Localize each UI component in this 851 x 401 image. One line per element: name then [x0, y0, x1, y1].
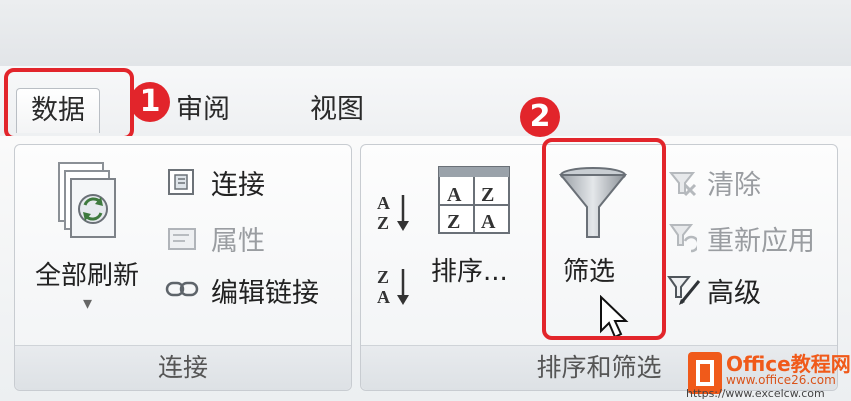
svg-text:Z: Z	[377, 213, 389, 233]
sort-button[interactable]: 排序...	[431, 251, 508, 288]
callout-badge-1: 1	[130, 82, 170, 122]
callout-box-data-tab	[4, 68, 134, 140]
watermark-url-2: https://www.excelcw.com	[686, 387, 825, 400]
svg-text:Z: Z	[481, 184, 494, 206]
svg-text:Z: Z	[447, 211, 460, 233]
properties-button[interactable]: 属性	[211, 219, 265, 258]
group-connections-label: 连接	[15, 345, 351, 390]
sort-ascending-icon[interactable]: A Z	[373, 189, 413, 235]
callout-box-filter	[542, 138, 666, 340]
refresh-all-dropdown-icon[interactable]: ▾	[83, 293, 92, 314]
tab-review[interactable]: 审阅	[162, 88, 244, 132]
refresh-all-icon[interactable]	[53, 159, 123, 245]
refresh-all-button[interactable]: 全部刷新	[35, 255, 139, 292]
reapply-filter-icon	[667, 221, 700, 253]
svg-text:Z: Z	[377, 267, 389, 287]
edit-links-button[interactable]: 编辑链接	[211, 271, 319, 310]
reapply-button[interactable]: 重新应用	[707, 219, 815, 258]
svg-text:A: A	[447, 184, 462, 206]
group-connections: 全部刷新 ▾ 连接 属性 编辑链接 连接	[14, 144, 352, 391]
watermark-url-1: www.office26.com	[726, 373, 836, 387]
advanced-button[interactable]: 高级	[707, 271, 761, 310]
clear-filter-icon	[667, 167, 697, 197]
svg-text:A: A	[377, 193, 390, 213]
window-title-bar	[0, 0, 851, 67]
sort-dialog-icon[interactable]: A Z Z A	[437, 165, 511, 235]
tab-review-label: 审阅	[176, 94, 230, 125]
callout-badge-2: 2	[520, 97, 560, 137]
tab-view-label: 视图	[310, 94, 364, 125]
connections-icon	[167, 167, 199, 197]
tab-view[interactable]: 视图	[296, 88, 378, 132]
clear-button[interactable]: 清除	[707, 163, 761, 202]
connections-button[interactable]: 连接	[211, 163, 265, 202]
svg-text:A: A	[377, 287, 390, 307]
sort-descending-icon[interactable]: Z A	[373, 263, 413, 309]
watermark-logo: Office教程网 www.office26.com https://www.e…	[686, 346, 851, 401]
properties-icon	[167, 223, 199, 253]
svg-text:A: A	[481, 211, 496, 233]
link-chain-icon	[165, 277, 201, 301]
advanced-filter-icon	[667, 273, 701, 305]
